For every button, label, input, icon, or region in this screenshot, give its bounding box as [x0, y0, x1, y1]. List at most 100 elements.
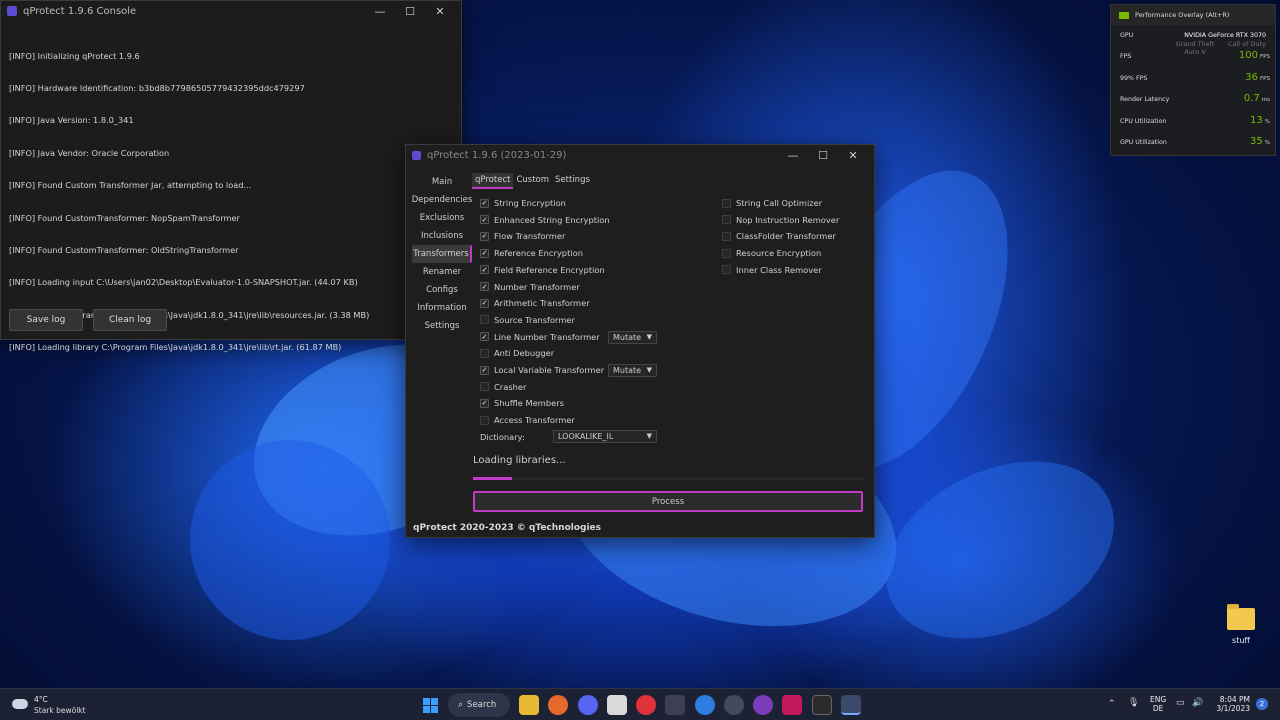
- terminal-icon[interactable]: [812, 695, 832, 715]
- notifications-icon[interactable]: 2: [1256, 698, 1268, 710]
- checkbox[interactable]: ✓: [480, 298, 489, 308]
- checkbox[interactable]: ✓: [480, 215, 489, 225]
- option-row[interactable]: Nop Instruction Remover: [722, 213, 839, 227]
- checkbox[interactable]: [722, 231, 731, 241]
- tab-custom[interactable]: Custom: [513, 173, 552, 189]
- option-row[interactable]: ✓ Reference Encryption: [480, 246, 583, 260]
- option-label: String Encryption: [494, 198, 566, 208]
- microphone-icon[interactable]: 🎙: [1128, 698, 1139, 708]
- firefox-icon[interactable]: [548, 695, 568, 715]
- option-row[interactable]: ✓ Shuffle Members: [480, 396, 564, 410]
- checkbox[interactable]: ✓: [480, 198, 489, 208]
- sidebar-item-renamer[interactable]: Renamer: [412, 263, 472, 281]
- option-row[interactable]: Anti Debugger: [480, 346, 554, 360]
- checkbox[interactable]: [722, 215, 731, 225]
- dictionary-select[interactable]: LOOKALIKE_IL ▼: [553, 430, 657, 443]
- option-row[interactable]: ✓ Line Number Transformer: [480, 330, 600, 344]
- checkbox[interactable]: ✓: [480, 282, 489, 291]
- metric-unit: %: [1264, 118, 1270, 125]
- sidebar-item-inclusions[interactable]: Inclusions: [412, 227, 472, 245]
- discord-icon[interactable]: [578, 695, 598, 715]
- option-row[interactable]: Crasher: [480, 380, 526, 394]
- option-label: ClassFolder Transformer: [736, 231, 836, 242]
- option-row[interactable]: ✓ String Encryption: [480, 196, 566, 210]
- option-row[interactable]: Inner Class Remover: [722, 263, 822, 277]
- sidebar-item-dependencies[interactable]: Dependencies: [412, 191, 473, 209]
- tab-bar: qProtect Custom Settings: [472, 173, 593, 189]
- option-label: Anti Debugger: [494, 348, 555, 359]
- chevron-up-icon[interactable]: ⌃: [1108, 699, 1116, 709]
- minimize-icon[interactable]: —: [778, 149, 808, 162]
- option-row[interactable]: ✓ Number Transformer: [480, 280, 580, 294]
- overlay-header[interactable]: Performance Overlay (Alt+R): [1111, 5, 1275, 25]
- network-icon[interactable]: ▭: [1176, 698, 1185, 708]
- option-row[interactable]: ✓ Flow Transformer: [480, 229, 565, 243]
- checkbox[interactable]: [722, 248, 731, 258]
- option-row[interactable]: ✓ Local Variable Transformer: [480, 363, 604, 377]
- checkbox[interactable]: [480, 348, 489, 358]
- language-indicator[interactable]: ENG DE: [1150, 695, 1166, 713]
- console-titlebar[interactable]: qProtect 1.9.6 Console — ☐ ✕: [1, 1, 461, 21]
- github-icon[interactable]: [753, 695, 773, 715]
- checkbox[interactable]: ✓: [480, 248, 489, 258]
- maximize-icon[interactable]: ☐: [395, 5, 425, 18]
- close-icon[interactable]: ✕: [425, 5, 455, 18]
- weather-temp[interactable]: 4°C: [34, 695, 48, 704]
- performance-overlay: Performance Overlay (Alt+R) GPU NVIDIA G…: [1110, 4, 1276, 156]
- option-row[interactable]: Resource Encryption: [722, 246, 821, 260]
- local-variable-mode-select[interactable]: Mutate ▼: [608, 364, 657, 377]
- clock[interactable]: 8:04 PM 3/1/2023: [1210, 695, 1250, 713]
- taskbar-search[interactable]: ⌕ Search: [448, 693, 510, 717]
- checkbox[interactable]: [722, 265, 731, 275]
- checkbox[interactable]: [722, 198, 731, 208]
- sidebar-item-information[interactable]: Information: [412, 299, 472, 317]
- maximize-icon[interactable]: ☐: [808, 149, 838, 162]
- option-row[interactable]: Source Transformer: [480, 313, 575, 327]
- weather-icon[interactable]: [10, 695, 30, 711]
- media-player-icon[interactable]: [636, 695, 656, 715]
- save-log-button[interactable]: Save log: [9, 309, 83, 331]
- sidebar-item-main[interactable]: Main: [412, 173, 472, 191]
- option-row[interactable]: ✓ Field Reference Encryption: [480, 263, 605, 277]
- sidebar-item-settings[interactable]: Settings: [412, 317, 472, 335]
- tab-settings[interactable]: Settings: [552, 173, 593, 189]
- start-icon[interactable]: [420, 695, 440, 715]
- qprotect-titlebar[interactable]: qProtect 1.9.6 (2023-01-29) — ☐ ✕: [406, 145, 874, 165]
- option-row[interactable]: Access Transformer: [480, 413, 575, 427]
- option-label: Nop Instruction Remover: [736, 214, 840, 225]
- checkbox[interactable]: ✓: [480, 398, 489, 408]
- file-explorer-icon[interactable]: [519, 695, 539, 715]
- option-label: Source Transformer: [494, 314, 575, 325]
- checkbox[interactable]: ✓: [480, 365, 489, 375]
- close-icon[interactable]: ✕: [838, 149, 868, 162]
- option-row[interactable]: ClassFolder Transformer: [722, 229, 836, 243]
- checkbox[interactable]: [480, 315, 489, 325]
- chevron-down-icon: ▼: [646, 366, 652, 374]
- desktop-icon-stuff[interactable]: stuff: [1220, 604, 1262, 645]
- checkbox[interactable]: ✓: [480, 231, 489, 241]
- minimize-icon[interactable]: —: [365, 5, 395, 18]
- steam-icon[interactable]: [724, 695, 744, 715]
- option-row[interactable]: ✓ Enhanced String Encryption: [480, 213, 610, 227]
- qprotect-taskbar-icon[interactable]: [841, 695, 861, 715]
- checkbox[interactable]: ✓: [480, 265, 489, 275]
- sidebar-item-transformers[interactable]: Transformers: [412, 245, 472, 263]
- weather-desc[interactable]: Stark bewölkt: [34, 706, 86, 715]
- sidebar-item-configs[interactable]: Configs: [412, 281, 472, 299]
- checkbox[interactable]: ✓: [480, 332, 489, 342]
- vpn-icon[interactable]: [695, 695, 715, 715]
- process-button[interactable]: Process: [473, 491, 863, 512]
- intellij-icon[interactable]: [782, 695, 802, 715]
- clean-log-button[interactable]: Clean log: [93, 309, 167, 331]
- store-icon[interactable]: [607, 695, 627, 715]
- option-row[interactable]: ✓ Arithmetic Transformer: [480, 296, 590, 310]
- checkbox[interactable]: [480, 382, 489, 392]
- overlay-metric-row: 99% FPS 36 FPS: [1120, 72, 1270, 83]
- cloud-icon[interactable]: [665, 695, 685, 715]
- checkbox[interactable]: [480, 415, 489, 425]
- sidebar-item-exclusions[interactable]: Exclusions: [412, 209, 472, 227]
- tab-qprotect[interactable]: qProtect: [472, 173, 514, 189]
- volume-icon[interactable]: 🔊: [1192, 698, 1203, 708]
- line-number-mode-select[interactable]: Mutate ▼: [608, 331, 657, 344]
- option-row[interactable]: String Call Optimizer: [722, 196, 822, 210]
